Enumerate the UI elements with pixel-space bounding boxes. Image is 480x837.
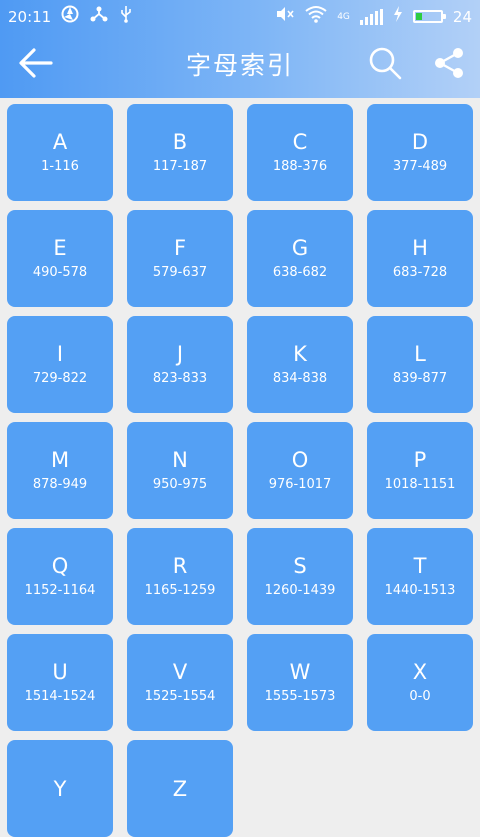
letter-tile-f[interactable]: F 579-637	[127, 210, 233, 307]
status-bar: 20:11 4G 24	[0, 0, 480, 28]
tile-letter: O	[291, 448, 309, 472]
tile-letter: F	[173, 236, 187, 260]
letter-tile-n[interactable]: N 950-975	[127, 422, 233, 519]
wifi-icon	[305, 5, 327, 28]
tile-range: 976-1017	[268, 477, 332, 492]
tile-letter: A	[52, 130, 68, 154]
letter-tile-z[interactable]: Z	[127, 740, 233, 837]
letter-tile-g[interactable]: G 638-682	[247, 210, 353, 307]
usb-icon	[119, 5, 133, 28]
letter-tile-m[interactable]: M 878-949	[7, 422, 113, 519]
tile-range: 1555-1573	[264, 689, 336, 704]
letter-tile-i[interactable]: I 729-822	[7, 316, 113, 413]
tile-letter: V	[172, 660, 188, 684]
tile-range: 878-949	[32, 477, 88, 492]
app-bar: 字母索引	[0, 28, 480, 98]
letter-tile-b[interactable]: B 117-187	[127, 104, 233, 201]
battery-icon	[412, 10, 446, 23]
tile-letter: L	[414, 342, 426, 366]
tile-letter: J	[176, 342, 184, 366]
search-icon	[369, 47, 402, 80]
tile-letter: B	[172, 130, 188, 154]
tile-range: 377-489	[392, 159, 448, 174]
letter-tile-h[interactable]: H 683-728	[367, 210, 473, 307]
tile-range: 1165-1259	[144, 583, 216, 598]
tile-letter: X	[412, 660, 428, 684]
letter-tile-d[interactable]: D 377-489	[367, 104, 473, 201]
letter-tile-w[interactable]: W 1555-1573	[247, 634, 353, 731]
letter-tile-c[interactable]: C 188-376	[247, 104, 353, 201]
letter-tile-k[interactable]: K 834-838	[247, 316, 353, 413]
tile-range: 1260-1439	[264, 583, 336, 598]
tile-letter: I	[56, 342, 64, 366]
tile-letter: D	[411, 130, 429, 154]
charging-icon	[393, 6, 403, 27]
tile-letter: G	[291, 236, 309, 260]
tile-letter: K	[293, 342, 307, 366]
letter-tile-s[interactable]: S 1260-1439	[247, 528, 353, 625]
letter-tile-e[interactable]: E 490-578	[7, 210, 113, 307]
letter-tile-y[interactable]: Y	[7, 740, 113, 837]
tile-range: 490-578	[32, 265, 88, 280]
tile-letter: Q	[51, 554, 69, 578]
letter-tile-x[interactable]: X 0-0	[367, 634, 473, 731]
tile-letter: N	[172, 448, 188, 472]
tile-range: 1440-1513	[384, 583, 456, 598]
letter-tile-l[interactable]: L 839-877	[367, 316, 473, 413]
letter-tile-t[interactable]: T 1440-1513	[367, 528, 473, 625]
network-notification-icon	[89, 5, 109, 28]
aperture-notification-icon	[61, 5, 79, 28]
tile-range: 1018-1151	[384, 477, 456, 492]
tile-range: 683-728	[392, 265, 448, 280]
tile-letter: E	[53, 236, 67, 260]
tile-range: 579-637	[152, 265, 208, 280]
tile-letter: Y	[53, 776, 67, 801]
share-icon	[435, 48, 463, 78]
letter-tile-j[interactable]: J 823-833	[127, 316, 233, 413]
tile-letter: R	[172, 554, 188, 578]
letter-tile-p[interactable]: P 1018-1151	[367, 422, 473, 519]
page-title: 字母索引	[185, 51, 294, 80]
letter-tile-r[interactable]: R 1165-1259	[127, 528, 233, 625]
tile-range: 638-682	[272, 265, 328, 280]
letter-tile-q[interactable]: Q 1152-1164	[7, 528, 113, 625]
tile-letter: C	[292, 130, 308, 154]
tile-range: 188-376	[272, 159, 328, 174]
letter-tile-u[interactable]: U 1514-1524	[7, 634, 113, 731]
network-type-label: 4G	[337, 11, 350, 22]
tile-range: 834-838	[272, 371, 328, 386]
tile-letter: M	[50, 448, 70, 472]
status-right: 4G 24	[275, 5, 472, 28]
tile-range: 1514-1524	[24, 689, 96, 704]
tile-range: 950-975	[152, 477, 208, 492]
battery-level-label: 24	[452, 7, 472, 26]
letter-tile-v[interactable]: V 1525-1554	[127, 634, 233, 731]
tile-letter: Z	[172, 776, 188, 801]
tile-letter: H	[412, 236, 428, 260]
tile-range: 1525-1554	[144, 689, 216, 704]
battery-fill	[415, 13, 422, 20]
tile-range: 839-877	[392, 371, 448, 386]
mute-icon	[275, 5, 295, 28]
search-button[interactable]	[364, 42, 406, 84]
letter-tile-a[interactable]: A 1-116	[7, 104, 113, 201]
tile-range: 729-822	[32, 371, 88, 386]
status-left: 20:11	[8, 5, 133, 28]
tile-range: 117-187	[152, 159, 208, 174]
tile-letter: P	[413, 448, 427, 472]
tile-range: 1152-1164	[24, 583, 96, 598]
share-button[interactable]	[428, 42, 470, 84]
letter-tile-o[interactable]: O 976-1017	[247, 422, 353, 519]
signal-strength-icon	[359, 8, 383, 25]
tile-letter: U	[52, 660, 68, 684]
tile-range: 823-833	[152, 371, 208, 386]
tile-range: 1-116	[41, 159, 79, 174]
letter-index-grid: A 1-116 B 117-187 C 188-376 D 377-489 E 490-578 F 5…	[7, 104, 473, 837]
tile-letter: S	[293, 554, 307, 578]
status-time: 20:11	[8, 7, 52, 26]
tile-letter: T	[413, 554, 427, 578]
tile-letter: W	[289, 660, 311, 684]
tile-range: 0-0	[409, 689, 431, 704]
